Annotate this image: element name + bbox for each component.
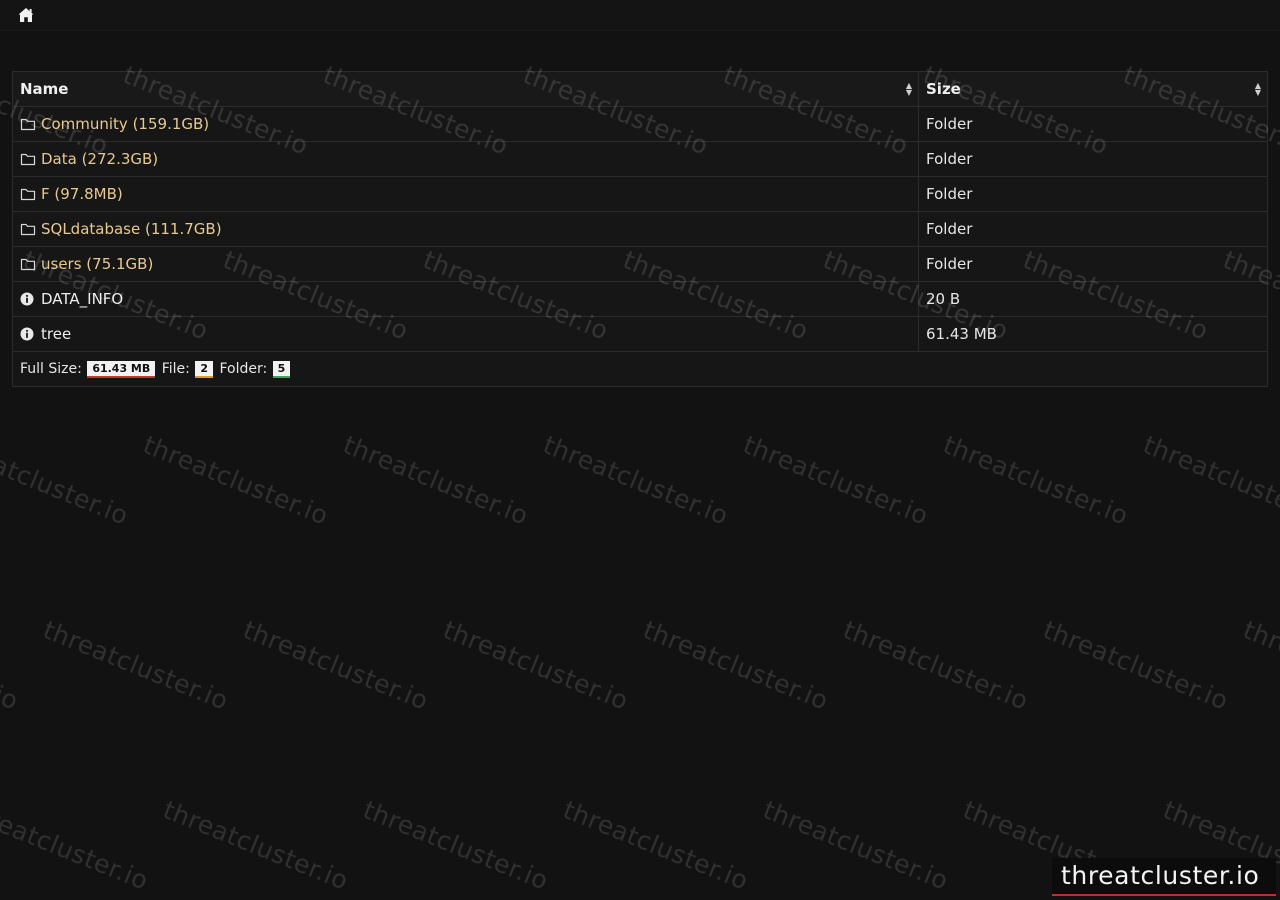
brand-logo: threatcluster.io <box>1052 858 1276 896</box>
folder-icon <box>20 222 36 236</box>
sort-arrows-icon[interactable]: ▲ ▼ <box>1255 82 1261 97</box>
watermark-text: threatcluster.io <box>0 245 3 346</box>
watermark-text: threatcluster.io <box>739 430 933 531</box>
watermark-text: threatcluster.io <box>139 430 333 531</box>
watermark-text: threatcluster.io <box>0 795 153 896</box>
size-cell: Folder <box>918 141 1268 177</box>
name-cell: Data (272.3GB) <box>12 141 919 177</box>
size-cell: Folder <box>918 246 1268 282</box>
table-row[interactable]: Community (159.1GB) Folder <box>12 106 1268 142</box>
watermark-text: threatcluster.io <box>0 615 23 716</box>
watermark-text: threatcluster.io <box>1139 430 1280 531</box>
table-row[interactable]: users (75.1GB) Folder <box>12 246 1268 282</box>
top-bar <box>0 0 1280 31</box>
watermark-text: threatcluster.io <box>239 615 433 716</box>
column-header-size[interactable]: Size ▲ ▼ <box>918 71 1268 107</box>
file-count-label: File: <box>161 360 190 377</box>
brand-logo-text: threatcluster.io <box>1061 861 1260 890</box>
folder-link[interactable]: Data (272.3GB) <box>41 150 158 168</box>
folder-count-badge: 5 <box>272 360 291 378</box>
column-header-label: Size <box>926 80 961 98</box>
summary-row: Full Size: 61.43 MB File: 2 Folder: 5 <box>12 351 1268 387</box>
name-cell: F (97.8MB) <box>12 176 919 212</box>
folder-icon <box>20 152 36 166</box>
watermark-text: threatcluster.io <box>0 430 133 531</box>
file-name: tree <box>41 325 72 343</box>
column-header-name[interactable]: Name ▲ ▼ <box>12 71 919 107</box>
watermark-text: threatcluster.io <box>1239 615 1280 716</box>
sort-arrows-icon[interactable]: ▲ ▼ <box>906 82 912 97</box>
name-cell: Community (159.1GB) <box>12 106 919 142</box>
watermark-text: threatcluster.io <box>359 795 553 896</box>
folder-icon <box>20 257 36 271</box>
folder-icon <box>20 187 36 201</box>
watermark-text: threatcluster.io <box>759 795 953 896</box>
table-row[interactable]: Data (272.3GB) Folder <box>12 141 1268 177</box>
full-size-label: Full Size: <box>20 360 82 377</box>
table-header-row: Name ▲ ▼ Size ▲ ▼ <box>12 71 1268 107</box>
watermark-text: threatcluster.io <box>639 615 833 716</box>
file-name: DATA_INFO <box>41 290 124 308</box>
table-row[interactable]: SQLdatabase (111.7GB) Folder <box>12 211 1268 247</box>
size-cell: 20 B <box>918 281 1268 317</box>
size-cell: 61.43 MB <box>918 316 1268 352</box>
folder-link[interactable]: users (75.1GB) <box>41 255 153 273</box>
watermark-text: threatcluster.io <box>159 795 353 896</box>
folder-link[interactable]: F (97.8MB) <box>41 185 123 203</box>
info-icon <box>20 327 36 341</box>
folder-link[interactable]: SQLdatabase (111.7GB) <box>41 220 222 238</box>
column-header-label: Name <box>20 80 69 98</box>
full-size-badge: 61.43 MB <box>87 360 156 378</box>
file-listing-table: Name ▲ ▼ Size ▲ ▼ Community (159.1GB) Folde… <box>12 71 1268 387</box>
watermark-text: threatcluster.io <box>559 795 753 896</box>
file-count-badge: 2 <box>195 360 213 378</box>
folder-count-label: Folder: <box>219 360 268 377</box>
folder-link[interactable]: Community (159.1GB) <box>41 115 209 133</box>
name-cell: DATA_INFO <box>12 281 919 317</box>
info-icon <box>20 292 36 306</box>
watermark-text: threatcluster.io <box>439 615 633 716</box>
summary-cell: Full Size: 61.43 MB File: 2 Folder: 5 <box>12 351 1268 387</box>
table-row[interactable]: tree 61.43 MB <box>12 316 1268 352</box>
watermark-text: threatcluster.io <box>939 430 1133 531</box>
size-cell: Folder <box>918 176 1268 212</box>
watermark-text: threatcluster.io <box>539 430 733 531</box>
watermark-text: threatcluster.io <box>839 615 1033 716</box>
table-row[interactable]: DATA_INFO 20 B <box>12 281 1268 317</box>
name-cell: SQLdatabase (111.7GB) <box>12 211 919 247</box>
name-cell: tree <box>12 316 919 352</box>
table-row[interactable]: F (97.8MB) Folder <box>12 176 1268 212</box>
folder-icon <box>20 117 36 131</box>
watermark-text: threatcluster.io <box>339 430 533 531</box>
size-cell: Folder <box>918 211 1268 247</box>
home-icon[interactable] <box>17 6 35 24</box>
name-cell: users (75.1GB) <box>12 246 919 282</box>
watermark-text: threatcluster.io <box>1039 615 1233 716</box>
size-cell: Folder <box>918 106 1268 142</box>
watermark-text: threatcluster.io <box>39 615 233 716</box>
